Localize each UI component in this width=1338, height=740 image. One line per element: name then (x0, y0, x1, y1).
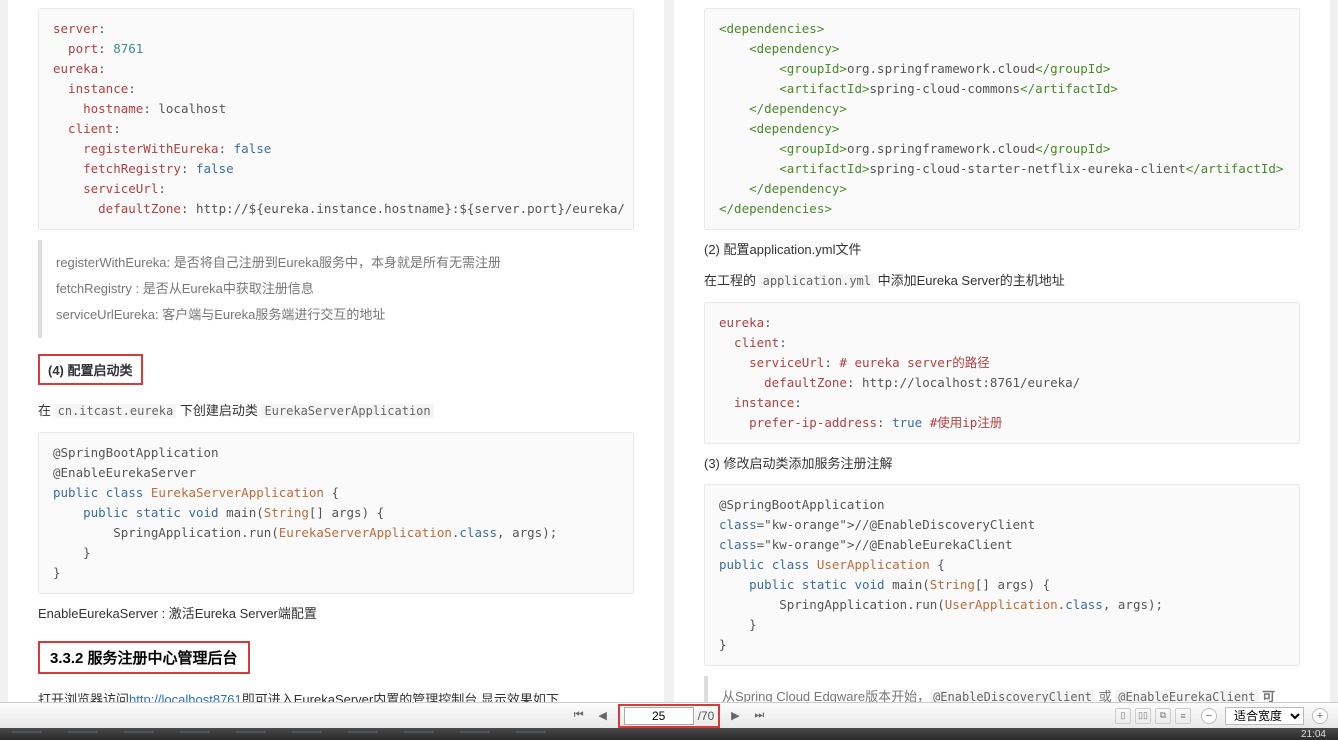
page-navigation: ⏮ ◀ /70 ▶ ⏭ (570, 704, 769, 728)
page-right: <dependencies> <dependency> <groupId>org… (674, 0, 1330, 702)
paragraph-create-class: 在 cn.itcast.eureka 下创建启动类 EurekaServerAp… (38, 401, 634, 422)
taskbar-app-icon[interactable] (460, 731, 490, 737)
taskbar-app-icon[interactable] (348, 731, 378, 737)
heading-modify-startup: (3) 修改启动类添加服务注册注解 (704, 454, 1300, 475)
page-total-label: /70 (698, 709, 715, 723)
paragraph-add-eureka-host: 在工程的 application.yml 中添加Eureka Server的主机… (704, 271, 1300, 292)
next-page-button[interactable]: ▶ (726, 707, 744, 725)
heading-332: 3.3.2 服务注册中心管理后台 (38, 641, 250, 674)
page-indicator-highlight: /70 (618, 704, 721, 728)
taskbar-app-icon[interactable] (12, 731, 42, 737)
taskbar-app-icon[interactable] (516, 731, 546, 737)
heading-332-text: 3.3.2 服务注册中心管理后台 (50, 647, 238, 668)
taskbar-app-icon[interactable] (236, 731, 266, 737)
heading-config-yml: (2) 配置application.yml文件 (704, 240, 1300, 261)
page-number-input[interactable] (624, 707, 694, 725)
zoom-level-select[interactable]: 适合宽度 (1225, 707, 1304, 725)
paragraph-enable-eureka: EnableEurekaServer : 激活Eureka Server端配置 (38, 604, 634, 625)
pdf-toolbar: ⏮ ◀ /70 ▶ ⏭ ▯ ▯▯ ⧉ ≡ − 适合宽度 + (0, 702, 1338, 728)
code-block-yaml-server: server: port: 8761 eureka: instance: hos… (38, 8, 634, 230)
taskbar-app-icon[interactable] (404, 731, 434, 737)
taskbar-app-icon[interactable] (124, 731, 154, 737)
zoom-in-button[interactable]: + (1312, 708, 1328, 724)
view-book-icon[interactable]: ⧉ (1155, 708, 1171, 724)
taskbar-app-icon[interactable] (292, 731, 322, 737)
first-page-button[interactable]: ⏮ (570, 707, 588, 725)
os-taskbar: 21:04 (0, 728, 1338, 740)
zoom-out-button[interactable]: − (1201, 708, 1217, 724)
heading-text: (4) 配置启动类 (48, 363, 133, 378)
view-facing-icon[interactable]: ▯▯ (1135, 708, 1151, 724)
taskbar-clock: 21:04 (1301, 729, 1326, 740)
code-block-java-user-app: @SpringBootApplication class="kw-orange"… (704, 484, 1300, 666)
view-continuous-icon[interactable]: ≡ (1175, 708, 1191, 724)
code-block-java-eureka-server: @SpringBootApplication @EnableEurekaServ… (38, 432, 634, 594)
link-localhost[interactable]: http://localhost8761 (129, 692, 242, 702)
taskbar-app-icon[interactable] (68, 731, 98, 737)
document-viewer: server: port: 8761 eureka: instance: hos… (0, 0, 1338, 702)
code-block-xml-dependencies: <dependencies> <dependency> <groupId>org… (704, 8, 1300, 230)
paragraph-browser-access: 打开浏览器访问http://localhost8761即可进入EurekaSer… (38, 690, 634, 702)
heading-config-startup: (4) 配置启动类 (38, 354, 143, 385)
prev-page-button[interactable]: ◀ (594, 707, 612, 725)
view-controls: ▯ ▯▯ ⧉ ≡ − 适合宽度 + (1115, 707, 1328, 725)
taskbar-app-icon[interactable] (180, 731, 210, 737)
taskbar-apps (12, 731, 546, 737)
last-page-button[interactable]: ⏭ (750, 707, 768, 725)
quote-edgware: 从Spring Cloud Edgware版本开始，@EnableDiscove… (704, 676, 1300, 702)
view-single-icon[interactable]: ▯ (1115, 708, 1131, 724)
quote-register-eureka: registerWithEureka: 是否将自己注册到Eureka服务中，本身… (38, 240, 634, 338)
page-left: server: port: 8761 eureka: instance: hos… (8, 0, 664, 702)
code-block-yaml-eureka-client: eureka: client: serviceUrl: # eureka ser… (704, 302, 1300, 444)
